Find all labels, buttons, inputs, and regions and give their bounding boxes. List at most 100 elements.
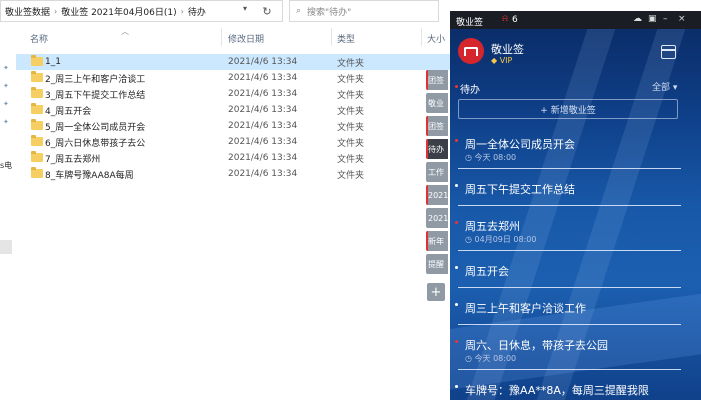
task-time: ◷ 今天 08:00 bbox=[465, 354, 517, 363]
bell-icon[interactable]: ⍾ bbox=[502, 14, 508, 24]
folder-icon bbox=[31, 151, 43, 162]
file-row[interactable]: 6_周六日休息带孩子去公 2021/4/6 13:34 文件夹 bbox=[16, 134, 450, 150]
task-time: ◷ 今天 08:00 bbox=[465, 153, 517, 162]
file-type: 文件夹 bbox=[337, 170, 365, 181]
status-marker bbox=[455, 139, 458, 142]
navigation-pane: ✦ ✦ ✦ ✦ s电 bbox=[0, 22, 16, 400]
column-header: 名称 修改日期 类型 大小 bbox=[16, 26, 450, 46]
folder-icon bbox=[31, 87, 43, 98]
breadcrumb-item[interactable]: 敬业签 2021年04月06日(1) bbox=[61, 5, 176, 18]
task-item[interactable]: 周一全体公司成员开会 ◷ 今天 08:00 bbox=[450, 124, 701, 169]
folder-icon bbox=[31, 103, 43, 114]
side-tab[interactable]: 工作 bbox=[426, 162, 448, 182]
file-date: 2021/4/6 13:34 bbox=[228, 153, 298, 163]
folder-icon bbox=[31, 55, 43, 66]
task-time: ◷ 04月09日 08:00 bbox=[465, 235, 537, 244]
file-type: 文件夹 bbox=[337, 58, 365, 69]
task-item[interactable]: 周五下午提交工作总结 bbox=[450, 169, 701, 206]
file-row[interactable]: 4_周五开会 2021/4/6 13:34 文件夹 bbox=[16, 102, 450, 118]
column-size[interactable]: 大小 bbox=[427, 32, 445, 45]
status-marker bbox=[455, 340, 458, 343]
close-icon[interactable]: × bbox=[678, 14, 686, 24]
side-tab-strip: 团签 敬业 团签 待办 工作 2021 2021 新年 提醒 bbox=[426, 60, 448, 310]
search-input[interactable]: ⌕ 搜索"待办" bbox=[289, 0, 439, 22]
file-name: 5_周一全体公司成员开会 bbox=[45, 122, 146, 133]
user-name: 敬业签 bbox=[491, 43, 524, 56]
minimize-icon[interactable]: – bbox=[663, 14, 668, 24]
side-tab-active[interactable]: 待办 bbox=[426, 139, 448, 159]
task-item[interactable]: 周六、日休息，带孩子去公园 ◷ 今天 08:00 bbox=[450, 325, 701, 370]
file-name: 2_周三上午和客户洽谈工 bbox=[45, 74, 146, 85]
filter-dropdown[interactable]: 全部 ▾ bbox=[652, 80, 677, 93]
address-bar[interactable]: 敬业签数据 › 敬业签 2021年04月06日(1) › 待办 bbox=[0, 0, 283, 22]
file-date: 2021/4/6 13:34 bbox=[228, 121, 298, 131]
file-date: 2021/4/6 13:34 bbox=[228, 169, 298, 179]
task-title: 车牌号：豫AA**8A，每周三提醒我限 bbox=[465, 384, 649, 397]
notification-count: 6 bbox=[512, 15, 518, 25]
task-title: 周六、日休息，带孩子去公园 bbox=[465, 339, 608, 352]
file-list: 1_1 2021/4/6 13:34 文件夹 2_周三上午和客户洽谈工 2021… bbox=[16, 54, 450, 182]
file-row[interactable]: 5_周一全体公司成员开会 2021/4/6 13:34 文件夹 bbox=[16, 118, 450, 134]
file-name: 6_周六日休息带孩子去公 bbox=[45, 138, 146, 149]
chevron-down-icon[interactable]: ▾ bbox=[243, 4, 247, 13]
task-item[interactable]: 周三上午和客户洽谈工作 bbox=[450, 288, 701, 325]
file-row[interactable]: 1_1 2021/4/6 13:34 文件夹 bbox=[16, 54, 450, 70]
task-item[interactable]: 周五开会 bbox=[450, 251, 701, 288]
side-tab[interactable]: 团签 bbox=[426, 116, 448, 136]
file-name: 3_周五下午提交工作总结 bbox=[45, 90, 146, 101]
file-row[interactable]: 2_周三上午和客户洽谈工 2021/4/6 13:34 文件夹 bbox=[16, 70, 450, 86]
side-tab[interactable]: 新年 bbox=[426, 231, 448, 251]
add-tab-button[interactable]: + bbox=[427, 283, 445, 301]
app-titlebar: 敬业签 ⍾ 6 ☁ ▣ – × bbox=[450, 11, 701, 29]
file-row[interactable]: 8_车牌号豫AA8A每周 2021/4/6 13:34 文件夹 bbox=[16, 166, 450, 182]
nav-item-label[interactable]: s电 bbox=[0, 160, 12, 171]
file-date: 2021/4/6 13:34 bbox=[228, 105, 298, 115]
refresh-icon[interactable]: ↻ bbox=[256, 2, 278, 20]
task-item[interactable]: 周五去郑州 ◷ 04月09日 08:00 bbox=[450, 206, 701, 251]
search-icon: ⌕ bbox=[296, 6, 302, 16]
side-tab[interactable]: 提醒 bbox=[426, 254, 448, 274]
status-marker bbox=[455, 266, 458, 269]
app-logo-icon bbox=[458, 38, 484, 64]
chevron-right-icon: › bbox=[54, 6, 58, 16]
file-type: 文件夹 bbox=[337, 122, 365, 133]
nav-item-selected[interactable] bbox=[0, 240, 12, 254]
task-title: 周五开会 bbox=[465, 265, 509, 278]
column-type[interactable]: 类型 bbox=[337, 32, 355, 45]
skin-icon[interactable]: ▣ bbox=[648, 14, 657, 24]
cloud-icon[interactable]: ☁ bbox=[633, 14, 642, 24]
app-title: 敬业签 bbox=[456, 18, 484, 28]
vip-badge: ◆ VIP bbox=[491, 56, 513, 65]
note-app-panel: 敬业签 ⍾ 6 ☁ ▣ – × 敬业签 ◆ VIP 待办 全部 ▾ + 新增敬业… bbox=[450, 11, 701, 400]
new-note-button[interactable]: + 新增敬业签 bbox=[458, 99, 678, 119]
folder-icon bbox=[31, 71, 43, 82]
breadcrumb-item[interactable]: 待办 bbox=[188, 5, 206, 18]
file-date: 2021/4/6 13:34 bbox=[228, 73, 298, 83]
status-marker bbox=[455, 385, 458, 388]
task-title: 周一全体公司成员开会 bbox=[465, 138, 575, 151]
pin-icon: ✦ bbox=[3, 100, 9, 108]
column-divider[interactable] bbox=[331, 28, 332, 46]
column-divider[interactable] bbox=[221, 28, 222, 46]
file-row[interactable]: 3_周五下午提交工作总结 2021/4/6 13:34 文件夹 bbox=[16, 86, 450, 102]
folder-icon bbox=[31, 135, 43, 146]
calendar-icon[interactable] bbox=[661, 45, 676, 59]
side-tab[interactable]: 2021 bbox=[426, 185, 448, 205]
side-tab[interactable]: 敬业 bbox=[426, 93, 448, 113]
search-placeholder: 搜索"待办" bbox=[307, 7, 352, 18]
side-tab[interactable]: 2021 bbox=[426, 208, 448, 228]
task-title: 周三上午和客户洽谈工作 bbox=[465, 302, 586, 315]
column-date[interactable]: 修改日期 bbox=[228, 32, 264, 45]
task-list: 周一全体公司成员开会 ◷ 今天 08:00 周五下午提交工作总结 周五去郑州 ◷… bbox=[450, 124, 701, 400]
breadcrumb-item[interactable]: 敬业签数据 bbox=[5, 5, 50, 18]
column-divider[interactable] bbox=[421, 28, 422, 46]
file-type: 文件夹 bbox=[337, 154, 365, 165]
side-tab[interactable]: 团签 bbox=[426, 70, 448, 90]
file-name: 7_周五去郑州 bbox=[45, 154, 101, 165]
pin-icon: ✦ bbox=[3, 118, 9, 126]
task-item[interactable]: 车牌号：豫AA**8A，每周三提醒我限 bbox=[450, 370, 701, 400]
status-marker bbox=[455, 303, 458, 306]
file-row[interactable]: 7_周五去郑州 2021/4/6 13:34 文件夹 bbox=[16, 150, 450, 166]
task-title: 周五去郑州 bbox=[465, 220, 520, 233]
column-name[interactable]: 名称 bbox=[30, 32, 48, 45]
